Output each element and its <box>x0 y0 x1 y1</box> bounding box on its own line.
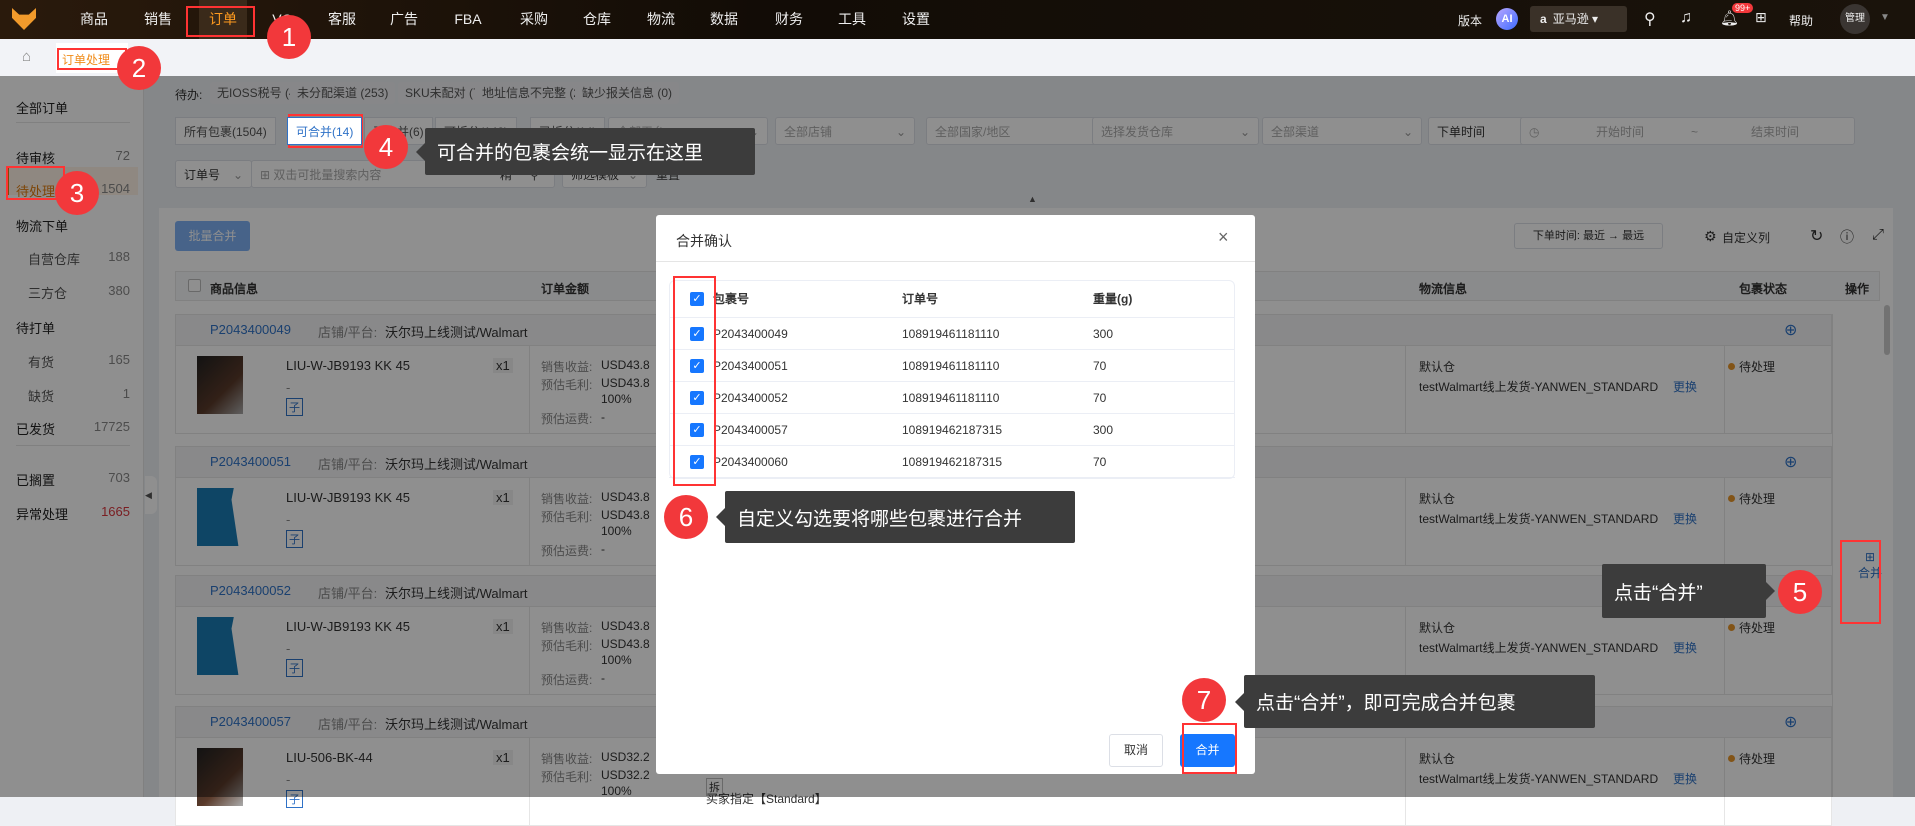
avatar[interactable]: 管理 <box>1840 4 1870 34</box>
annotation-callout-6: 自定义勾选要将哪些包裹进行合并 <box>716 491 1075 543</box>
annotation-marker-5: 5 <box>1778 570 1822 614</box>
annotation-marker-7: 7 <box>1182 678 1226 722</box>
order-no: 108919462187315 <box>902 455 1003 469</box>
nav-item[interactable]: 仓库 <box>583 0 611 39</box>
package-tab[interactable]: 可合并(14) <box>287 117 363 145</box>
nav-item[interactable]: 销售 <box>144 0 172 39</box>
weight: 70 <box>1093 359 1107 373</box>
order-no: 108919461181110 <box>902 327 1000 341</box>
col-weight: 重量(g) <box>1093 292 1133 306</box>
nav-item[interactable]: 客服 <box>328 0 356 39</box>
package-row: ✓ P2043400057 108919462187315 300 <box>669 414 1235 446</box>
nav-item[interactable]: 采购 <box>520 0 548 39</box>
avatar-dropdown-icon[interactable]: ▼ <box>1880 12 1890 23</box>
nav-item[interactable]: FBA <box>454 0 481 39</box>
col-order-no: 订单号 <box>902 292 939 306</box>
package-row: ✓ P2043400052 108919461181110 70 <box>669 382 1235 414</box>
annotation-marker-6: 6 <box>664 495 708 539</box>
ai-icon[interactable]: AI <box>1496 8 1518 30</box>
logo-icon <box>12 8 36 30</box>
amazon-icon: a <box>1540 12 1547 26</box>
package-no: P2043400060 <box>713 455 788 469</box>
apps-grid-icon[interactable]: ⊞ <box>1755 9 1767 26</box>
annotation-callout-7: 点击“合并”，即可完成合并包裹 <box>1235 675 1595 728</box>
version-link[interactable]: 版本 <box>1458 12 1482 29</box>
package-row: ✓ P2043400060 108919462187315 70 <box>669 446 1235 478</box>
search-icon[interactable]: ⚲ <box>1644 9 1656 29</box>
headset-icon[interactable]: ♫ <box>1680 9 1692 27</box>
cancel-button[interactable]: 取消 <box>1109 734 1163 767</box>
weight: 300 <box>1093 423 1114 437</box>
annotation-box-7 <box>1182 723 1237 774</box>
annotation-box-5 <box>1840 540 1881 624</box>
order-no: 108919462187315 <box>902 423 1003 437</box>
home-icon[interactable]: ⌂ <box>22 48 31 65</box>
package-no: P2043400051 <box>713 359 788 373</box>
notification-badge: 99+ <box>1732 3 1754 13</box>
package-no: P2043400052 <box>713 391 788 405</box>
package-no: P2043400049 <box>713 327 788 341</box>
weight: 70 <box>1093 455 1107 469</box>
annotation-marker-4: 4 <box>364 125 408 169</box>
annotation-marker-1: 1 <box>267 15 311 59</box>
annotation-marker-3: 3 <box>55 171 99 215</box>
nav-item[interactable]: 数据 <box>710 0 738 39</box>
nav-item[interactable]: 工具 <box>838 0 866 39</box>
store-select[interactable]: a 亚马逊 ▾ <box>1530 6 1627 32</box>
annotation-marker-2: 2 <box>117 46 161 90</box>
weight: 70 <box>1093 391 1107 405</box>
package-table-header: ✓ 包裹号 订单号 重量(g) <box>669 280 1235 318</box>
annotation-callout-5: 点击“合并” <box>1602 564 1775 618</box>
annotation-callout-4: 可合并的包裹会统一显示在这里 <box>416 128 755 175</box>
nav-item[interactable]: 财务 <box>775 0 803 39</box>
nav-item[interactable]: 广告 <box>390 0 418 39</box>
col-package-no: 包裹号 <box>713 292 750 306</box>
package-row: ✓ P2043400049 108919461181110 300 <box>669 318 1235 350</box>
annotation-box-6 <box>673 276 716 486</box>
nav-item[interactable]: 商品 <box>80 0 108 39</box>
order-no: 108919461181110 <box>902 359 1000 373</box>
nav-item[interactable]: 物流 <box>647 0 675 39</box>
dialog-title: 合并确认 <box>676 233 732 249</box>
store-label: 亚马逊 <box>1552 12 1589 26</box>
annotation-box-1 <box>186 6 255 37</box>
divider <box>656 261 1255 262</box>
package-row: ✓ P2043400051 108919461181110 70 <box>669 350 1235 382</box>
order-no: 108919461181110 <box>902 391 1000 405</box>
help-link[interactable]: 帮助 <box>1789 12 1813 29</box>
close-icon[interactable]: × <box>1218 227 1229 248</box>
weight: 300 <box>1093 327 1114 341</box>
nav-item[interactable]: 设置 <box>902 0 930 39</box>
package-no: P2043400057 <box>713 423 788 437</box>
